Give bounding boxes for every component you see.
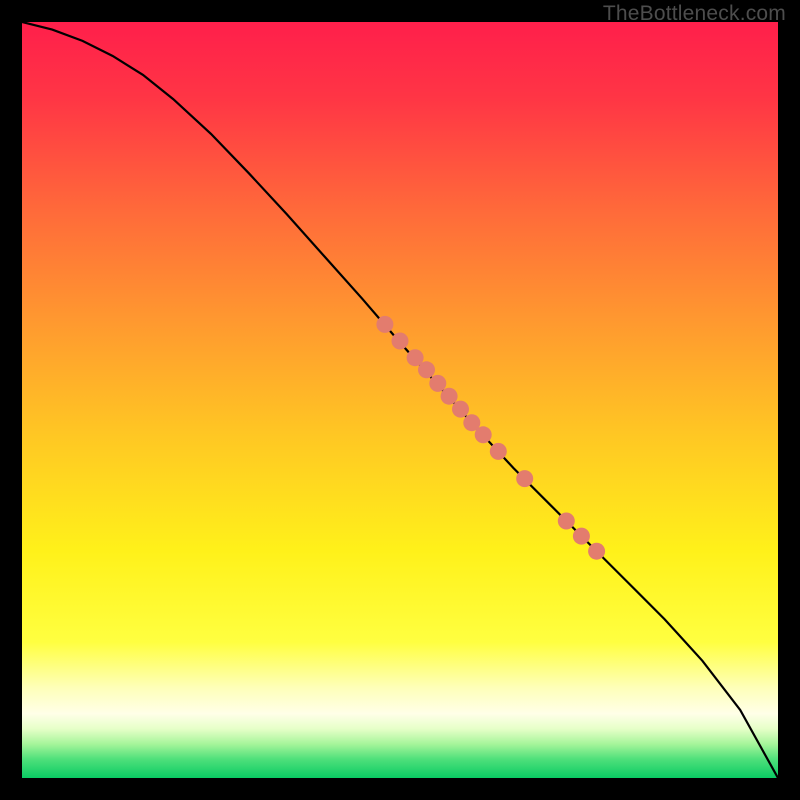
data-marker — [429, 375, 446, 392]
data-marker — [452, 401, 469, 418]
data-marker — [516, 470, 533, 487]
data-marker — [475, 426, 492, 443]
data-marker — [441, 388, 458, 405]
data-marker — [573, 528, 590, 545]
data-marker — [588, 543, 605, 560]
chart-frame: TheBottleneck.com — [0, 0, 800, 800]
data-marker — [376, 316, 393, 333]
gradient-background — [22, 22, 778, 778]
data-marker — [490, 443, 507, 460]
data-marker — [558, 513, 575, 530]
attribution-text: TheBottleneck.com — [603, 2, 786, 26]
data-marker — [418, 361, 435, 378]
chart-canvas — [22, 22, 778, 778]
data-marker — [392, 333, 409, 350]
